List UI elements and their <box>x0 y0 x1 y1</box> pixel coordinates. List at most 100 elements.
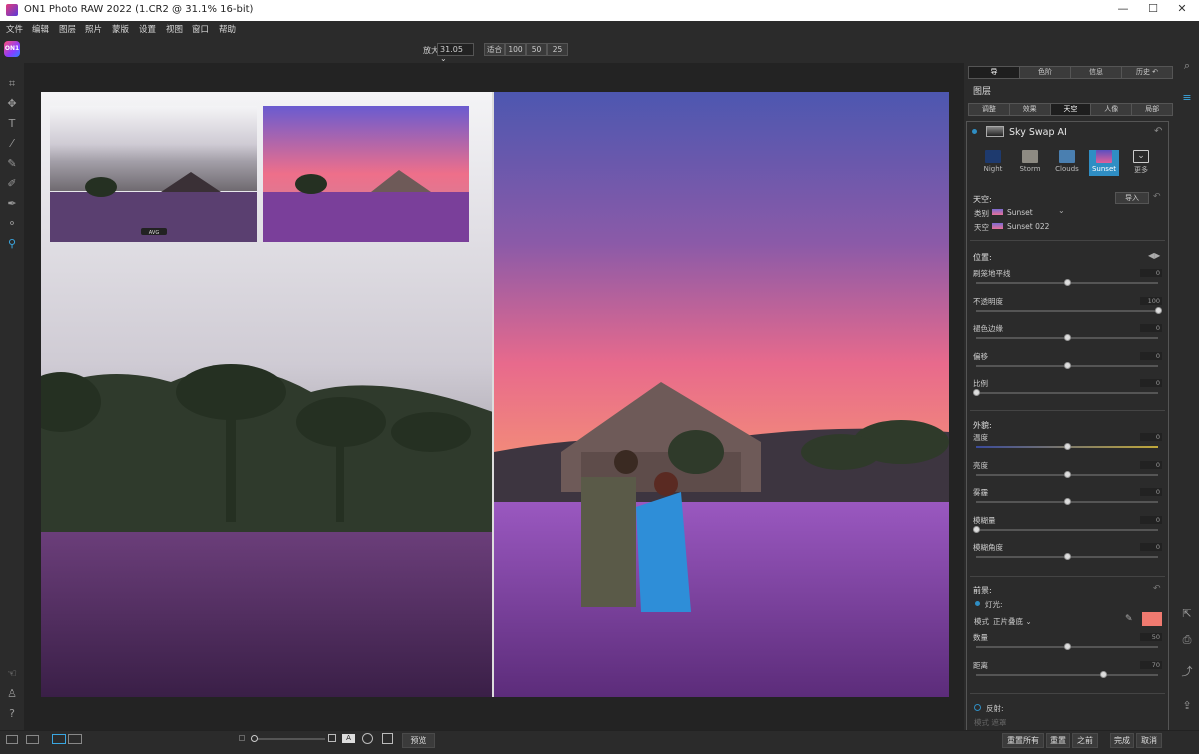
menu-file[interactable]: 文件 <box>6 23 23 35</box>
slider-value[interactable]: 0 <box>1140 433 1162 441</box>
slider-knob[interactable] <box>1100 670 1108 678</box>
slider-track[interactable] <box>976 643 1158 650</box>
slider-knob[interactable] <box>1155 306 1162 314</box>
menu-settings[interactable]: 设置 <box>139 23 156 35</box>
menu-view[interactable]: 视图 <box>166 23 183 35</box>
slider-track[interactable] <box>976 498 1158 505</box>
slider-value[interactable]: 50 <box>1140 633 1162 641</box>
reflection-toggle[interactable] <box>974 704 981 711</box>
category-value[interactable]: Sunset <box>1007 208 1033 217</box>
chevron-down-icon[interactable]: ⌄ <box>1058 206 1065 215</box>
reset-sky-icon[interactable]: ↶ <box>1153 192 1161 202</box>
menu-help[interactable]: 帮助 <box>219 23 236 35</box>
zoom-25-button[interactable]: 25 <box>547 43 568 56</box>
zoom-select[interactable]: 31.05 ⌄ <box>437 43 474 63</box>
single-view-icon[interactable] <box>52 734 66 744</box>
tab-local[interactable]: 局部 <box>1132 104 1172 115</box>
auto-icon[interactable]: A <box>342 734 355 743</box>
slider-value[interactable]: 0 <box>1140 515 1162 524</box>
sky-value[interactable]: Sunset 022 <box>1007 222 1049 231</box>
slider-track[interactable] <box>976 443 1158 450</box>
expand-arrows-icon[interactable]: ◀▶ <box>1148 251 1160 260</box>
slider-track[interactable] <box>976 279 1158 286</box>
slider-value[interactable]: 0 <box>1140 269 1162 277</box>
menu-mask[interactable]: 蒙版 <box>112 23 129 35</box>
slider-track[interactable] <box>976 306 1162 314</box>
hand-icon[interactable]: ☜ <box>5 667 19 681</box>
edit-mask-icon[interactable] <box>382 733 393 744</box>
slider-knob[interactable] <box>973 389 980 396</box>
zoom-50-button[interactable]: 50 <box>526 43 547 56</box>
mode-select[interactable]: 正片叠底 ⌄ <box>993 616 1032 627</box>
slider-track[interactable] <box>973 525 1158 533</box>
close-button[interactable]: ✕ <box>1172 2 1192 15</box>
maximize-button[interactable]: ☐ <box>1143 2 1163 15</box>
preset-clouds[interactable]: Clouds <box>1052 150 1082 176</box>
export-icon[interactable]: ⇱ <box>1180 607 1194 621</box>
eyedropper-icon[interactable]: ✎ <box>1125 614 1133 624</box>
slider-value[interactable]: 0 <box>1140 324 1162 332</box>
lighting-toggle-dot[interactable] <box>975 601 980 606</box>
preview-button[interactable]: 预览 <box>402 733 435 748</box>
slider-knob[interactable] <box>1064 643 1071 650</box>
slider-value[interactable]: 0 <box>1140 543 1162 551</box>
slider-value[interactable]: 70 <box>1140 660 1162 669</box>
upload-icon[interactable]: ⇪ <box>1180 699 1194 713</box>
clone-icon[interactable]: ⚬ <box>5 217 19 231</box>
slider-value[interactable]: 0 <box>1140 379 1162 387</box>
brush-icon[interactable]: ⁄ <box>5 137 19 151</box>
layers-title[interactable]: 图层 <box>973 84 991 97</box>
slider-knob[interactable] <box>1064 334 1071 341</box>
color-swatch[interactable] <box>1142 612 1162 626</box>
slider-value[interactable]: 0 <box>1140 488 1162 496</box>
import-button[interactable]: 导入 <box>1115 192 1149 204</box>
brush-size-knob[interactable] <box>251 735 258 742</box>
before-button[interactable]: 之前 <box>1072 733 1098 748</box>
edit-icon[interactable]: ≡ <box>1180 91 1194 105</box>
filmstrip-icon[interactable] <box>26 735 39 744</box>
slider-knob[interactable] <box>1064 498 1071 505</box>
share-icon[interactable]: ⤴ <box>1180 665 1194 679</box>
preset-storm[interactable]: Storm <box>1015 150 1045 176</box>
help-icon[interactable]: ? <box>5 707 19 721</box>
brush-size-slider[interactable] <box>255 738 325 740</box>
minimize-button[interactable]: — <box>1113 2 1133 15</box>
retouch-brush-icon[interactable]: ✒ <box>5 197 19 211</box>
compare-view-icon[interactable] <box>68 734 82 744</box>
menu-photo[interactable]: 照片 <box>85 23 102 35</box>
menu-layers[interactable]: 图层 <box>59 23 76 35</box>
slider-knob[interactable] <box>1064 361 1071 369</box>
user-icon[interactable]: ♙ <box>5 687 19 701</box>
reset-all-button[interactable]: 重置所有 <box>1002 733 1044 748</box>
slider-knob[interactable] <box>1064 470 1071 478</box>
circle-mask-icon[interactable] <box>362 733 373 744</box>
crop-icon[interactable]: ⌗ <box>5 77 19 91</box>
tab-info[interactable]: 信息 <box>1071 67 1122 78</box>
zoom-100-button[interactable]: 100 <box>505 43 526 56</box>
zoom-fit-button[interactable]: 适合 <box>484 43 505 56</box>
tab-adjust[interactable]: 调整 <box>969 104 1010 115</box>
on1-logo[interactable]: ON1 <box>4 41 20 57</box>
tab-history[interactable]: 历史 ↶ <box>1122 67 1172 78</box>
mask-square-icon[interactable] <box>328 734 336 742</box>
filter-enable-dot[interactable] <box>972 129 977 134</box>
move-icon[interactable]: ✥ <box>5 97 19 111</box>
done-button[interactable]: 完成 <box>1110 733 1134 748</box>
slider-value[interactable]: 100 <box>1140 296 1162 305</box>
cancel-button[interactable]: 取消 <box>1136 733 1162 748</box>
slider-track[interactable] <box>976 670 1158 678</box>
slider-knob[interactable] <box>1064 553 1071 560</box>
slider-track[interactable] <box>976 361 1158 369</box>
preset-night[interactable]: Night <box>978 150 1008 176</box>
browse-icon[interactable]: ⌕ <box>1180 59 1194 73</box>
reset-button[interactable]: 重置 <box>1046 733 1070 748</box>
slider-track[interactable] <box>976 470 1158 478</box>
tab-navigator[interactable]: 导 <box>969 67 1020 78</box>
preset-more[interactable]: ⌄ 更多 <box>1126 150 1156 176</box>
slider-track[interactable] <box>976 553 1158 560</box>
tab-portrait[interactable]: 人像 <box>1091 104 1133 115</box>
masking-brush-icon[interactable]: ✎ <box>5 157 19 171</box>
slider-knob[interactable] <box>1064 279 1071 286</box>
tab-effects[interactable]: 效果 <box>1010 104 1051 115</box>
slider-track[interactable] <box>976 334 1158 341</box>
